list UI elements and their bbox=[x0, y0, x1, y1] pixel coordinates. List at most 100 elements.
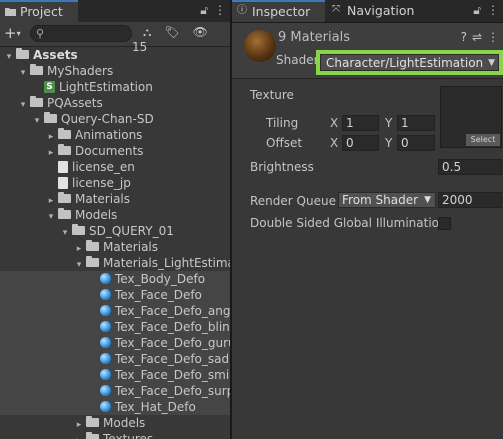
folder-tree-item[interactable]: ▸ Textures bbox=[0, 431, 230, 439]
folder-icon bbox=[58, 144, 71, 155]
shader-highlight-box: Character/LightEstimation ▼ bbox=[316, 50, 503, 75]
preset-icon[interactable]: ⇌ bbox=[472, 30, 482, 44]
tree-item-label: PQAssets bbox=[47, 96, 103, 110]
tree-item-label: SD_QUERY_01 bbox=[89, 224, 174, 238]
folder-tree-item[interactable]: ▾ Query-Chan-SD bbox=[0, 111, 230, 127]
tiling-label: Tiling bbox=[266, 116, 299, 130]
material-tree-item[interactable]: Tex_Face_Defo_sad bbox=[0, 351, 230, 367]
folder-tree-item[interactable]: ▾ MyShaders bbox=[0, 63, 230, 79]
render-queue-field[interactable]: 2000 bbox=[438, 192, 502, 208]
lock-icon[interactable]: 🔓︎ bbox=[473, 3, 481, 17]
menu-icon[interactable]: ⋮ bbox=[487, 3, 499, 17]
render-queue-dropdown[interactable]: From Shader ▼ bbox=[338, 192, 436, 208]
folder-tree-item[interactable]: ▾ SD_QUERY_01 bbox=[0, 223, 230, 239]
folder-tree-item[interactable]: ▸ Documents bbox=[0, 143, 230, 159]
chevron-down-icon: ▾ bbox=[16, 29, 21, 38]
folder-tree-item[interactable]: ▾ PQAssets bbox=[0, 95, 230, 111]
tree-item-label: Materials bbox=[75, 192, 131, 206]
texture-slot[interactable]: Select bbox=[440, 86, 502, 148]
render-queue-mode: From Shader bbox=[342, 193, 419, 207]
tab-navigation-label: Navigation bbox=[347, 3, 415, 18]
offset-x-field[interactable]: 0 bbox=[342, 135, 379, 151]
material-icon bbox=[100, 337, 111, 348]
tree-item-label: license_en bbox=[72, 160, 135, 174]
shader-dropdown-value: Character/LightEstimation bbox=[326, 56, 484, 70]
chevron-down-icon: ▼ bbox=[488, 58, 495, 68]
tab-navigation[interactable]: ⤧ Navigation bbox=[327, 0, 427, 22]
material-tree-item[interactable]: Tex_Face_Defo_smi bbox=[0, 367, 230, 383]
tree-item-label: Materials bbox=[103, 240, 159, 254]
tree-item-label: Tex_Face_Defo_blin bbox=[115, 320, 230, 334]
render-queue-label: Render Queue bbox=[250, 194, 336, 208]
folder-tree-item[interactable]: ▾ Models bbox=[0, 207, 230, 223]
tiling-x-label: X bbox=[330, 116, 339, 130]
tree-item-label: LightEstimation bbox=[59, 80, 153, 94]
tag-icon[interactable]: 🏷︎ bbox=[164, 25, 179, 39]
folder-icon bbox=[30, 64, 43, 75]
material-icon bbox=[100, 385, 111, 396]
collapsed-arrow-icon[interactable]: ▸ bbox=[74, 433, 84, 439]
material-icon bbox=[100, 321, 111, 332]
filter-by-type-icon[interactable]: ⛬ bbox=[143, 25, 151, 39]
offset-y-field[interactable]: 0 bbox=[397, 135, 435, 151]
help-icon[interactable]: ? bbox=[461, 30, 467, 44]
menu-icon[interactable]: ⋮ bbox=[214, 3, 226, 17]
hidden-packages-icon[interactable]: 👁︎ bbox=[193, 25, 208, 39]
tree-item-label: Materials_LightEstima bbox=[103, 256, 230, 270]
folder-icon bbox=[16, 48, 29, 59]
shader-icon: S bbox=[44, 80, 55, 93]
folder-tree-item[interactable]: ▸ Materials bbox=[0, 239, 230, 255]
material-tree-item[interactable]: Tex_Face_Defo_surp bbox=[0, 383, 230, 399]
tab-inspector[interactable]: ⓘ Inspector bbox=[232, 0, 325, 22]
inspector-tabbar: ⓘ Inspector ⤧ Navigation 🔓︎ ⋮ bbox=[232, 0, 503, 23]
project-toolbar: +▾ ⚲ ⛬ 🏷︎ 👁︎15 bbox=[0, 22, 230, 54]
material-icon bbox=[100, 305, 111, 316]
folder-tree-item[interactable]: ▸ Animations bbox=[0, 127, 230, 143]
material-tree-item[interactable]: Tex_Face_Defo_blin bbox=[0, 319, 230, 335]
brightness-label: Brightness bbox=[250, 160, 314, 174]
folder-tree-item[interactable]: ▸ Materials bbox=[0, 191, 230, 207]
material-tree-item[interactable]: Tex_Face_Defo_ang bbox=[0, 303, 230, 319]
dsgi-label: Double Sided Global Illumination bbox=[250, 216, 447, 230]
tree-item-label: Assets bbox=[33, 48, 78, 62]
material-tree-item[interactable]: Tex_Face_Defo bbox=[0, 287, 230, 303]
tree-item-label: Models bbox=[75, 208, 118, 222]
project-tab-tools: 🔓︎ ⋮ bbox=[194, 3, 226, 18]
inspector-panel: ⓘ Inspector ⤧ Navigation 🔓︎ ⋮ 9 Materials… bbox=[232, 0, 503, 439]
asset-tree-item[interactable]: license_jp bbox=[0, 175, 230, 191]
material-icon bbox=[100, 289, 111, 300]
tab-project[interactable]: Project bbox=[0, 0, 78, 22]
select-texture-button[interactable]: Select bbox=[466, 134, 500, 146]
navigation-icon: ⤧ bbox=[332, 4, 340, 15]
material-icon bbox=[100, 401, 111, 412]
material-tree-item[interactable]: Tex_Hat_Defo bbox=[0, 399, 230, 415]
text-file-icon bbox=[58, 176, 68, 189]
tree-item-label: Tex_Face_Defo_smi bbox=[115, 368, 230, 382]
asset-tree-item[interactable]: S LightEstimation bbox=[0, 79, 230, 95]
tiling-y-field[interactable]: 1 bbox=[397, 115, 435, 131]
brightness-field[interactable]: 0.5 bbox=[438, 159, 502, 175]
dsgi-checkbox[interactable] bbox=[438, 217, 451, 230]
create-button[interactable]: +▾ bbox=[4, 24, 30, 42]
tree-item-label: Documents bbox=[75, 144, 144, 158]
folder-icon bbox=[5, 8, 16, 16]
tree-item-label: license_jp bbox=[72, 176, 131, 190]
folder-tree-item[interactable]: ▸ Models bbox=[0, 415, 230, 431]
asset-tree-item[interactable]: license_en bbox=[0, 159, 230, 175]
header-icons: ? ⇌ ⋮ bbox=[456, 30, 499, 44]
folder-icon bbox=[86, 416, 99, 427]
tiling-x-field[interactable]: 1 bbox=[342, 115, 379, 131]
tree-item-label: Textures bbox=[103, 432, 154, 439]
folder-icon bbox=[86, 240, 99, 251]
lock-icon[interactable]: 🔓︎ bbox=[200, 3, 208, 17]
folder-icon bbox=[58, 192, 71, 203]
folder-tree-item[interactable]: ▾ Materials_LightEstima bbox=[0, 255, 230, 271]
shader-dropdown[interactable]: Character/LightEstimation ▼ bbox=[320, 54, 499, 71]
folder-tree-item[interactable]: ▾ Assets bbox=[0, 47, 230, 63]
plus-icon: + bbox=[4, 24, 17, 42]
material-tree-item[interactable]: Tex_Face_Defo_guru bbox=[0, 335, 230, 351]
search-input[interactable]: ⚲ bbox=[30, 25, 132, 42]
material-tree-item[interactable]: Tex_Body_Defo bbox=[0, 271, 230, 287]
settings-menu-icon[interactable]: ⋮ bbox=[487, 30, 499, 44]
folder-icon bbox=[58, 208, 71, 219]
